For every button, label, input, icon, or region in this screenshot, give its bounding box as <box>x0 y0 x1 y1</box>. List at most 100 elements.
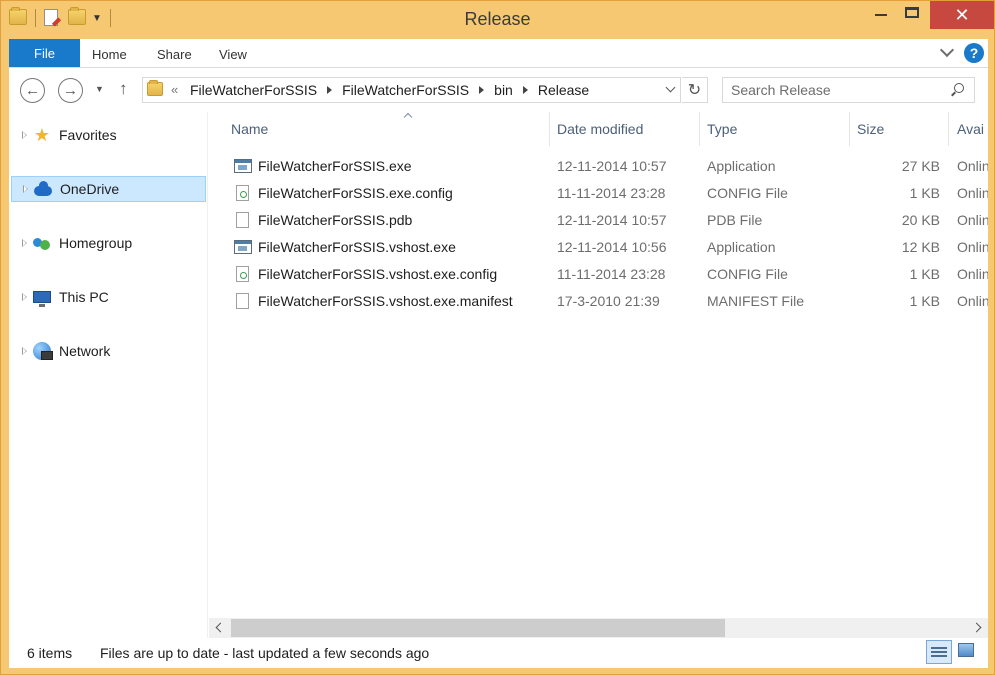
file-availability: Onlin <box>957 239 988 255</box>
close-icon: ✕ <box>954 4 970 25</box>
expand-arrow-icon[interactable] <box>22 347 27 355</box>
refresh-button[interactable]: ↻ <box>682 77 708 103</box>
config-file-icon <box>234 185 250 202</box>
details-view-icon <box>931 647 947 649</box>
file-type: CONFIG File <box>707 185 788 201</box>
nav-item-homegroup[interactable]: Homegroup <box>11 230 206 256</box>
breadcrumb-item[interactable]: Release <box>538 82 589 98</box>
table-row[interactable]: FileWatcherForSSIS.vshost.exe.manifest 1… <box>225 288 988 315</box>
horizontal-scrollbar[interactable] <box>209 618 988 638</box>
breadcrumb-item[interactable]: FileWatcherForSSIS <box>190 82 317 98</box>
nav-item-label: This PC <box>59 289 109 305</box>
explorer-window: ▼ Release ✕ File Home Share View ? ← → ▼… <box>0 0 995 675</box>
column-header-availability[interactable]: Avai <box>957 112 988 146</box>
maximize-button[interactable] <box>898 1 926 23</box>
search-icon[interactable] <box>951 83 964 96</box>
column-divider[interactable] <box>849 112 850 146</box>
pane-divider[interactable] <box>207 112 208 638</box>
help-icon[interactable]: ? <box>964 43 984 63</box>
folder-icon <box>147 80 163 96</box>
table-row[interactable]: FileWatcherForSSIS.exe 12-11-2014 10:57 … <box>225 153 988 180</box>
scrollbar-thumb[interactable] <box>231 619 725 637</box>
tab-share[interactable]: Share <box>157 47 192 62</box>
file-name: FileWatcherForSSIS.exe.config <box>258 185 453 201</box>
tab-file[interactable]: File <box>9 39 80 67</box>
network-icon <box>33 342 53 360</box>
cloud-icon <box>34 180 52 198</box>
breadcrumb: FileWatcherForSSIS FileWatcherForSSIS bi… <box>190 82 589 98</box>
tab-home[interactable]: Home <box>92 47 127 62</box>
nav-item-network[interactable]: Network <box>11 338 206 364</box>
recent-locations-dropdown-icon[interactable]: ▼ <box>95 84 104 94</box>
document-icon <box>234 293 250 310</box>
ribbon-tabs: File Home Share View ? <box>9 39 988 68</box>
navigation-pane: ★ Favorites OneDrive Homegroup This PC N… <box>9 112 209 638</box>
expand-arrow-icon[interactable] <box>22 131 27 139</box>
column-divider[interactable] <box>948 112 949 146</box>
file-name: FileWatcherForSSIS.vshost.exe.manifest <box>258 293 513 309</box>
expand-arrow-icon[interactable] <box>22 239 27 247</box>
column-header-type[interactable]: Type <box>707 112 847 146</box>
config-file-icon <box>234 266 250 283</box>
file-type: PDB File <box>707 212 763 228</box>
nav-item-favorites[interactable]: ★ Favorites <box>11 122 206 148</box>
expand-ribbon-chevron-icon[interactable] <box>940 45 954 59</box>
nav-item-onedrive[interactable]: OneDrive <box>11 176 206 202</box>
file-name: FileWatcherForSSIS.pdb <box>258 212 413 228</box>
table-row[interactable]: FileWatcherForSSIS.exe.config 11-11-2014… <box>225 180 988 207</box>
close-button[interactable]: ✕ <box>930 1 994 29</box>
file-date-modified: 11-11-2014 23:28 <box>557 185 666 201</box>
scroll-left-icon[interactable] <box>214 622 226 634</box>
file-date-modified: 17-3-2010 21:39 <box>557 293 660 309</box>
file-size: 27 KB <box>901 158 940 174</box>
scroll-right-icon[interactable] <box>972 622 984 634</box>
document-icon <box>234 212 250 229</box>
forward-button[interactable]: → <box>58 78 83 103</box>
table-row[interactable]: FileWatcherForSSIS.vshost.exe.config 11-… <box>225 261 988 288</box>
file-size: 1 KB <box>909 293 940 309</box>
homegroup-icon <box>33 234 51 252</box>
address-history-chevron-down-icon[interactable] <box>666 84 676 94</box>
file-date-modified: 12-11-2014 10:56 <box>557 239 667 255</box>
details-view-icon <box>931 651 947 653</box>
back-arrow-icon: ← <box>25 82 40 99</box>
breadcrumb-separator-icon[interactable] <box>522 86 528 94</box>
file-name: FileWatcherForSSIS.vshost.exe <box>258 239 456 255</box>
table-row[interactable]: FileWatcherForSSIS.pdb 12-11-2014 10:57 … <box>225 207 988 234</box>
column-header-size[interactable]: Size <box>857 112 947 146</box>
search-box[interactable] <box>722 77 975 103</box>
expand-arrow-icon[interactable] <box>22 293 27 301</box>
forward-arrow-icon: → <box>63 82 78 99</box>
file-name: FileWatcherForSSIS.vshost.exe.config <box>258 266 498 282</box>
title-bar[interactable]: ▼ Release ✕ <box>1 1 994 39</box>
table-row[interactable]: FileWatcherForSSIS.vshost.exe 12-11-2014… <box>225 234 988 261</box>
search-input[interactable] <box>731 81 941 99</box>
breadcrumb-separator-icon[interactable] <box>327 86 333 94</box>
breadcrumb-overflow[interactable]: « <box>171 82 178 97</box>
computer-icon <box>33 288 51 307</box>
file-list: Name Date modified Type Size Avai FileWa… <box>209 112 988 618</box>
column-divider[interactable] <box>549 112 550 146</box>
back-button[interactable]: ← <box>20 78 45 103</box>
application-icon <box>234 239 252 256</box>
column-divider[interactable] <box>699 112 700 146</box>
file-size: 12 KB <box>901 239 940 255</box>
nav-item-this-pc[interactable]: This PC <box>11 284 206 310</box>
expand-arrow-icon[interactable] <box>23 185 28 193</box>
up-arrow-button[interactable]: ↑ <box>119 79 128 99</box>
breadcrumb-item[interactable]: bin <box>494 82 513 98</box>
minimize-button[interactable] <box>868 1 894 23</box>
column-header-name[interactable]: Name <box>231 112 549 146</box>
large-icons-view-button[interactable] <box>958 643 974 657</box>
nav-item-label: Homegroup <box>59 235 133 251</box>
file-name: FileWatcherForSSIS.exe <box>258 158 412 174</box>
nav-item-label: Network <box>59 343 111 359</box>
tab-view[interactable]: View <box>219 47 247 62</box>
file-availability: Onlin <box>957 266 988 282</box>
address-bar[interactable]: « FileWatcherForSSIS FileWatcherForSSIS … <box>142 77 681 103</box>
column-header-date-modified[interactable]: Date modified <box>557 112 697 146</box>
details-view-button[interactable] <box>926 640 952 664</box>
breadcrumb-item[interactable]: FileWatcherForSSIS <box>342 82 469 98</box>
maximize-icon <box>905 6 919 18</box>
breadcrumb-separator-icon[interactable] <box>479 86 485 94</box>
